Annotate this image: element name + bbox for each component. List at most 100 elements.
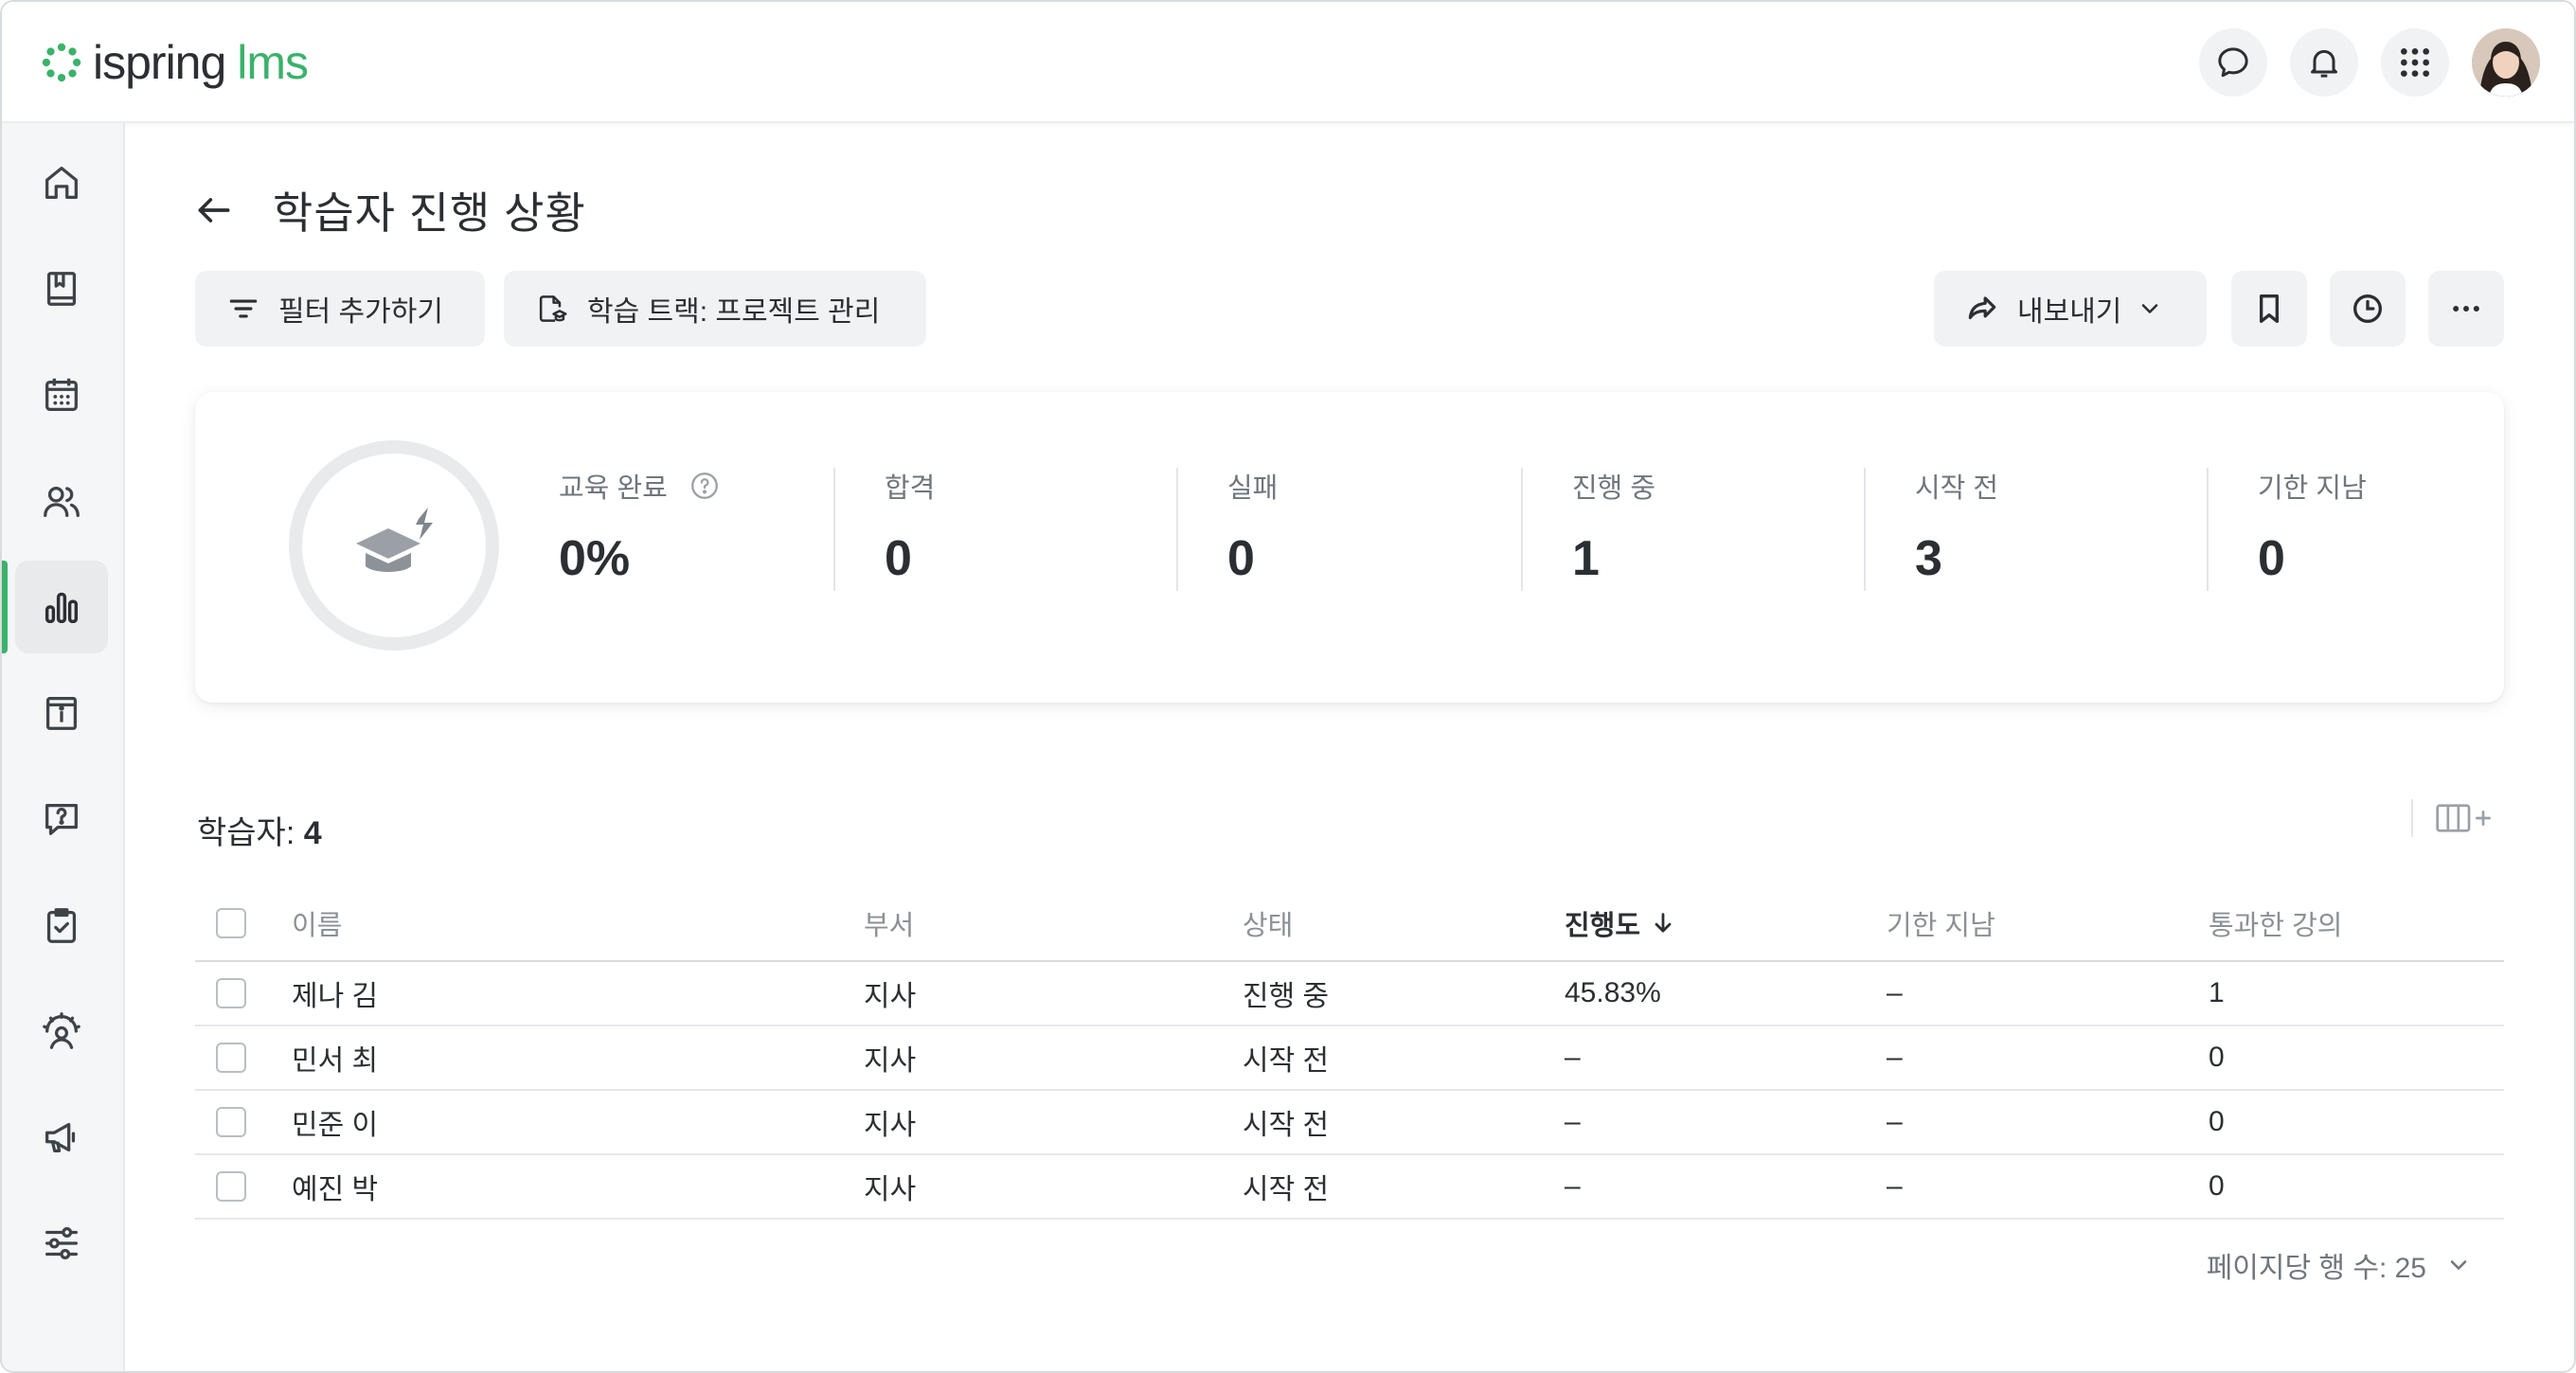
learner-overdue: –	[1887, 977, 1903, 1008]
learner-passed-courses: 0	[2209, 1042, 2225, 1073]
table-row[interactable]: 예진 박 지사 시작 전 – – 0	[195, 1155, 2504, 1220]
app-window: ispring lms 학습자 진행 상황 필터 추가하기 학습 트랙: 프로젝…	[0, 0, 2576, 1373]
learner-department: 지사	[864, 981, 917, 1012]
column-header-status[interactable]: 상태	[1243, 886, 1293, 960]
learner-status: 진행 중	[1243, 981, 1330, 1012]
learner-name[interactable]: 민서 최	[292, 1026, 378, 1089]
history-button[interactable]	[2330, 271, 2406, 347]
row-checkbox[interactable]	[216, 1107, 246, 1137]
brand-product: lms	[237, 36, 309, 89]
sidebar-item-settings[interactable]	[15, 1197, 108, 1290]
stat-overdue: 기한 지남 0	[2258, 466, 2367, 589]
sidebar-item-performance[interactable]	[15, 985, 108, 1078]
active-indicator	[2, 561, 8, 653]
users-icon	[44, 486, 80, 517]
row-checkbox[interactable]	[216, 978, 246, 1008]
info-board-icon	[45, 697, 78, 730]
sidebar-item-info[interactable]	[15, 667, 108, 759]
bar-chart-icon	[45, 592, 79, 624]
stat-divider	[833, 468, 835, 591]
sidebar-item-reports[interactable]	[15, 561, 108, 653]
sidebar-item-questions[interactable]	[15, 773, 108, 865]
column-header-department[interactable]: 부서	[864, 886, 914, 960]
home-icon	[45, 167, 78, 199]
stat-divider	[1176, 468, 1178, 591]
notifications-button[interactable]	[2290, 28, 2358, 97]
export-button[interactable]: 내보내기	[1934, 271, 2207, 347]
apps-button[interactable]	[2381, 28, 2449, 97]
stat-failed-label: 실패	[1227, 473, 1279, 504]
sidebar-item-calendar[interactable]	[15, 348, 108, 441]
column-header-passed-courses[interactable]: 통과한 강의	[2209, 886, 2342, 960]
table-row[interactable]: 민서 최 지사 시작 전 – – 0	[195, 1026, 2504, 1091]
sidebar-nav	[2, 123, 125, 1371]
learner-passed-courses: 0	[2209, 1170, 2225, 1202]
stat-divider	[1521, 468, 1523, 591]
megaphone-icon	[45, 1122, 76, 1153]
stat-failed: 실패 0	[1227, 466, 1278, 589]
learning-track-icon	[539, 295, 567, 322]
sliders-icon	[45, 1227, 78, 1259]
back-button[interactable]	[191, 187, 237, 233]
learner-status: 시작 전	[1243, 1174, 1330, 1205]
chat-button[interactable]	[2199, 28, 2267, 97]
rows-per-page-label: 페이지당 행 수: 25	[2206, 1253, 2426, 1284]
logo[interactable]: ispring lms	[40, 32, 309, 93]
sidebar-item-courses[interactable]	[15, 242, 108, 335]
user-avatar-icon	[2472, 28, 2540, 97]
stat-in-progress-label: 진행 중	[1572, 473, 1656, 504]
row-checkbox[interactable]	[216, 1043, 246, 1073]
learning-track-label: 학습 트랙: 프로젝트 관리	[587, 296, 881, 328]
stat-completion-label: 교육 완료	[559, 473, 668, 504]
stat-divider	[2207, 468, 2209, 591]
more-options-button[interactable]	[2428, 271, 2504, 347]
rows-per-page-select[interactable]: 페이지당 행 수: 25	[2207, 1244, 2472, 1286]
bell-icon	[2311, 49, 2337, 78]
toolbar-divider	[2411, 799, 2413, 837]
sidebar-item-users[interactable]	[15, 455, 108, 547]
table-row[interactable]: 제나 김 지사 진행 중 45.83% – 1	[195, 962, 2504, 1026]
learner-name[interactable]: 민준 이	[292, 1091, 378, 1153]
chevron-down-icon	[2142, 304, 2158, 313]
columns-add-icon	[2436, 804, 2491, 832]
sidebar-item-home[interactable]	[15, 136, 108, 229]
book-icon	[46, 272, 77, 306]
column-header-overdue[interactable]: 기한 지남	[1887, 886, 1995, 960]
column-header-name[interactable]: 이름	[292, 886, 342, 960]
learner-name[interactable]: 예진 박	[292, 1155, 378, 1218]
share-arrow-icon	[1968, 296, 1996, 320]
learner-progress: 45.83%	[1565, 977, 1661, 1008]
learning-track-chip[interactable]: 학습 트랙: 프로젝트 관리	[504, 271, 926, 347]
stat-completion-value: 0%	[559, 531, 631, 586]
table-row[interactable]: 민준 이 지사 시작 전 – – 0	[195, 1091, 2504, 1155]
stat-failed-value: 0	[1227, 531, 1255, 586]
row-checkbox[interactable]	[216, 1171, 246, 1202]
column-header-progress-label: 진행도	[1565, 911, 1641, 941]
help-icon[interactable]	[689, 470, 721, 502]
avatar[interactable]	[2472, 28, 2540, 97]
calendar-icon	[45, 378, 78, 411]
clock-icon	[2353, 294, 2382, 323]
sort-descending-icon	[1655, 913, 1672, 933]
stat-passed: 합격 0	[885, 466, 935, 589]
apps-grid-icon	[2401, 48, 2429, 77]
column-settings-button[interactable]	[2411, 799, 2493, 837]
learner-name[interactable]: 제나 김	[292, 962, 378, 1025]
table-header: 이름 부서 상태 진행도 기한 지남 통과한 강의	[195, 886, 2504, 962]
add-filter-button[interactable]: 필터 추가하기	[195, 271, 485, 347]
learner-department: 지사	[864, 1110, 917, 1141]
stat-passed-value: 0	[885, 531, 912, 586]
bookmark-button[interactable]	[2231, 271, 2307, 347]
clipboard-check-icon	[46, 908, 77, 943]
more-horizontal-icon	[2453, 306, 2479, 312]
user-gauge-icon	[43, 1012, 80, 1049]
learner-passed-courses: 0	[2209, 1106, 2225, 1137]
sidebar-item-assignments[interactable]	[15, 879, 108, 972]
filter-icon	[229, 299, 258, 318]
stat-not-started-label: 시작 전	[1915, 473, 1999, 504]
sidebar-item-announcements[interactable]	[15, 1091, 108, 1184]
learner-count: 학습자: 4	[197, 807, 322, 853]
column-header-progress[interactable]: 진행도	[1565, 886, 1676, 960]
stat-not-started-value: 3	[1915, 531, 1942, 586]
select-all-checkbox[interactable]	[216, 908, 246, 938]
